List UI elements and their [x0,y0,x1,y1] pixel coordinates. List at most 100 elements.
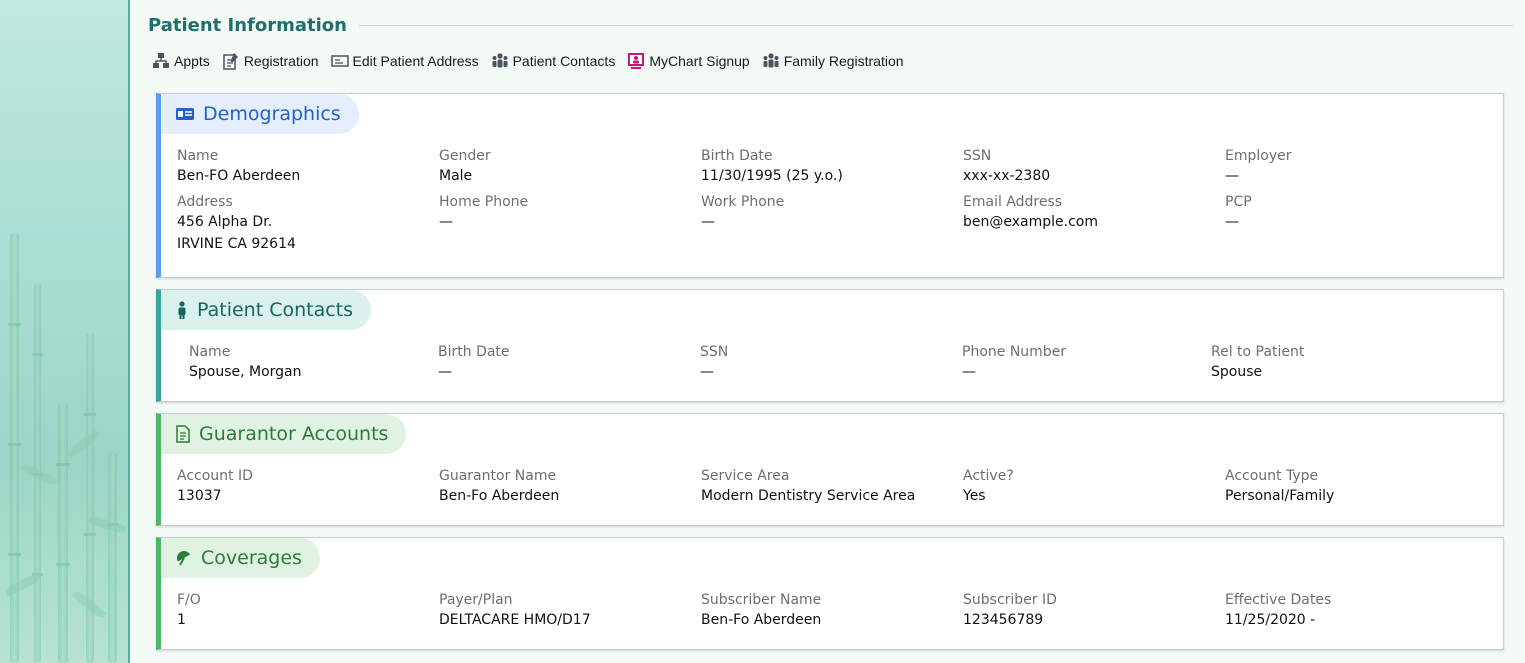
demographics-fields: Name Ben-FO Aberdeen Gender Male Birth Dat… [177,147,1503,255]
bamboo-stalk [8,233,21,663]
field-value: Ben-FO Aberdeen [177,168,301,184]
address-card-icon [330,55,349,67]
field-address: Address 456 Alpha Dr. IRVINE CA 92614 [177,193,439,255]
coverage-subscriber-name: Subscriber Name Ben-Fo Aberdeen [701,591,963,631]
field-label: Phone Number [962,344,1067,360]
coverages-title: Coverages [201,547,302,569]
field-label: Employer [1225,148,1292,164]
field-value: Modern Dentistry Service Area [701,488,916,504]
contact-ssn: SSN — [700,343,962,383]
field-label: PCP [1225,194,1252,210]
field-value: Spouse [1211,364,1263,380]
field-ssn: SSN xxx-xx-2380 [963,147,1225,187]
family-icon [763,53,779,68]
field-value: 13037 [177,488,222,504]
bamboo-stalk [56,403,70,663]
patient-contacts-title: Patient Contacts [197,299,354,321]
edit-document-icon [223,53,238,70]
title-divider [358,24,1513,26]
main-content: Patient Information Appts Registration E [132,0,1525,663]
guarantor-accounts-card: Guarantor Accounts Account ID 13037 Guara… [156,413,1504,526]
family-registration-button[interactable]: Family Registration [762,52,904,70]
field-label: Name [177,148,219,164]
field-home-phone: Home Phone — [439,193,701,255]
active-status: Active? Yes [963,467,1225,507]
field-label: Guarantor Name [439,468,557,484]
field-label: Birth Date [438,344,510,360]
field-label: Name [189,344,231,360]
appts-button[interactable]: Appts [152,52,210,70]
field-label: Email Address [963,194,1063,210]
coverage-effective-dates: Effective Dates 11/25/2020 - [1225,591,1487,631]
field-value: Personal/Family [1225,488,1335,504]
decorative-bamboo-panel [0,0,130,663]
field-email: Email Address ben@example.com [963,193,1225,255]
edit-patient-address-button[interactable]: Edit Patient Address [330,52,479,70]
field-label: Service Area [701,468,790,484]
registration-label: Registration [243,53,319,69]
account-type: Account Type Personal/Family [1225,467,1487,507]
demographics-title: Demographics [203,103,341,125]
family-registration-label: Family Registration [783,53,904,69]
field-value: Ben-Fo Aberdeen [439,488,560,504]
activity-toolbar: Appts Registration Edit Patient Address … [152,50,904,72]
coverages-card: Coverages F/O 1 Payer/Plan DELTACARE HMO/D… [156,537,1504,650]
coverages-tab-header: Coverages [161,538,320,578]
guarantor-fields: Account ID 13037 Guarantor Name Ben-Fo Abe… [177,467,1503,507]
page-title: Patient Information [148,14,347,36]
guarantor-name: Guarantor Name Ben-Fo Aberdeen [439,467,701,507]
field-value: 1 [177,612,186,628]
field-value: — [1225,214,1239,230]
contact-name: Name Spouse, Morgan [189,343,438,383]
coverage-fo: F/O 1 [177,591,439,631]
patient-contacts-card: Patient Contacts Name Spouse, Morgan Birt… [156,289,1504,402]
patient-contacts-fields: Name Spouse, Morgan Birth Date — SSN — Phon… [189,343,1503,383]
field-value: — [700,364,714,380]
field-label: Account ID [177,468,253,484]
coverages-fields: F/O 1 Payer/Plan DELTACARE HMO/D17 Subscri… [177,591,1503,631]
patient-contacts-button[interactable]: Patient Contacts [491,52,615,70]
umbrella-icon [177,551,191,566]
field-label: SSN [963,148,992,164]
registration-button[interactable]: Registration [222,52,319,70]
field-value: — [701,214,715,230]
demographics-tab-header: Demographics [161,94,359,134]
field-label: Subscriber Name [701,592,822,608]
bamboo-leaf [64,429,102,460]
demographics-card: Demographics Name Ben-FO Aberdeen Gender M… [156,93,1504,278]
field-value: Male [439,168,473,184]
field-value: Yes [963,488,986,504]
guarantor-tab-header: Guarantor Accounts [161,414,407,454]
field-label: Account Type [1225,468,1319,484]
field-value: — [1225,168,1239,184]
field-pcp: PCP — [1225,193,1487,255]
coverage-payer-plan: Payer/Plan DELTACARE HMO/D17 [439,591,701,631]
document-icon [176,425,190,443]
field-label: Home Phone [439,194,529,210]
field-label: SSN [700,344,729,360]
network-icon [153,53,169,68]
field-value: ben@example.com [963,214,1098,230]
field-gender: Gender Male [439,147,701,187]
field-value: — [438,364,452,380]
field-value: 123456789 [963,612,1044,628]
field-label: F/O [177,592,201,608]
section-header: Patient Information [148,12,1513,38]
field-label: Subscriber ID [963,592,1057,608]
edit-patient-address-label: Edit Patient Address [352,53,479,69]
contact-relation: Rel to Patient Spouse [1211,343,1473,383]
field-label: Effective Dates [1225,592,1332,608]
bamboo-stalk [106,453,119,663]
field-label: Active? [963,468,1014,484]
coverage-subscriber-id: Subscriber ID 123456789 [963,591,1225,631]
field-value: DELTACARE HMO/D17 [439,612,591,628]
mychart-signup-button[interactable]: MyChart Signup [627,52,750,70]
field-employer: Employer — [1225,147,1487,187]
service-area: Service Area Modern Dentistry Service Are… [701,467,963,507]
field-name: Name Ben-FO Aberdeen [177,147,439,187]
field-birth-date: Birth Date 11/30/1995 (25 y.o.) [701,147,963,187]
guarantor-title: Guarantor Accounts [199,423,389,445]
field-value: 456 Alpha Dr. IRVINE CA 92614 [177,214,296,252]
field-work-phone: Work Phone — [701,193,963,255]
field-label: Payer/Plan [439,592,513,608]
